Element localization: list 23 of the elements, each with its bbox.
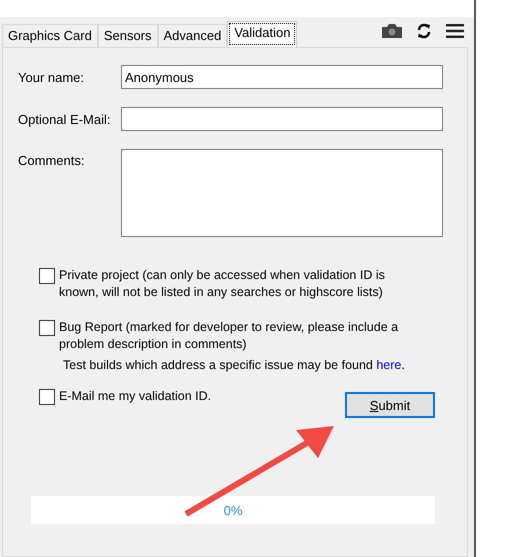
- tab[interactable]: Graphics Card: [2, 24, 98, 47]
- input-field[interactable]: [121, 107, 443, 131]
- field-label: Optional E-Mail:: [18, 112, 112, 126]
- progress-reading: 0%: [224, 502, 242, 518]
- tab[interactable]: Advanced: [158, 24, 228, 47]
- refresh-icon[interactable]: [416, 23, 432, 39]
- field-label: Comments:: [18, 152, 86, 168]
- checkbox-label: E-Mail me my validation ID.: [59, 388, 212, 405]
- checkbox[interactable]: [39, 389, 55, 405]
- camera-icon[interactable]: [382, 24, 402, 38]
- checkbox[interactable]: [39, 320, 55, 336]
- tab[interactable]: Sensors: [98, 24, 158, 47]
- checkbox-label: Bug Report (marked for developer to review, please include a problem description in comments): [59, 319, 400, 353]
- here-link[interactable]: here: [376, 358, 402, 372]
- field-label: Your name:: [18, 70, 86, 84]
- tab[interactable]: Validation: [227, 21, 298, 47]
- checkbox-label: Private project (can only be accessed when validation ID is known, will not be listed in any searches or highscore lists): [59, 267, 386, 301]
- comments-field[interactable]: [121, 149, 443, 237]
- note-text: Test builds which address a specific issue may be found here.: [62, 357, 406, 374]
- checkbox[interactable]: [39, 268, 55, 284]
- input-field[interactable]: Anonymous: [121, 65, 443, 89]
- menu-icon[interactable]: [446, 24, 464, 38]
- submit-button[interactable]: Submit: [345, 392, 435, 418]
